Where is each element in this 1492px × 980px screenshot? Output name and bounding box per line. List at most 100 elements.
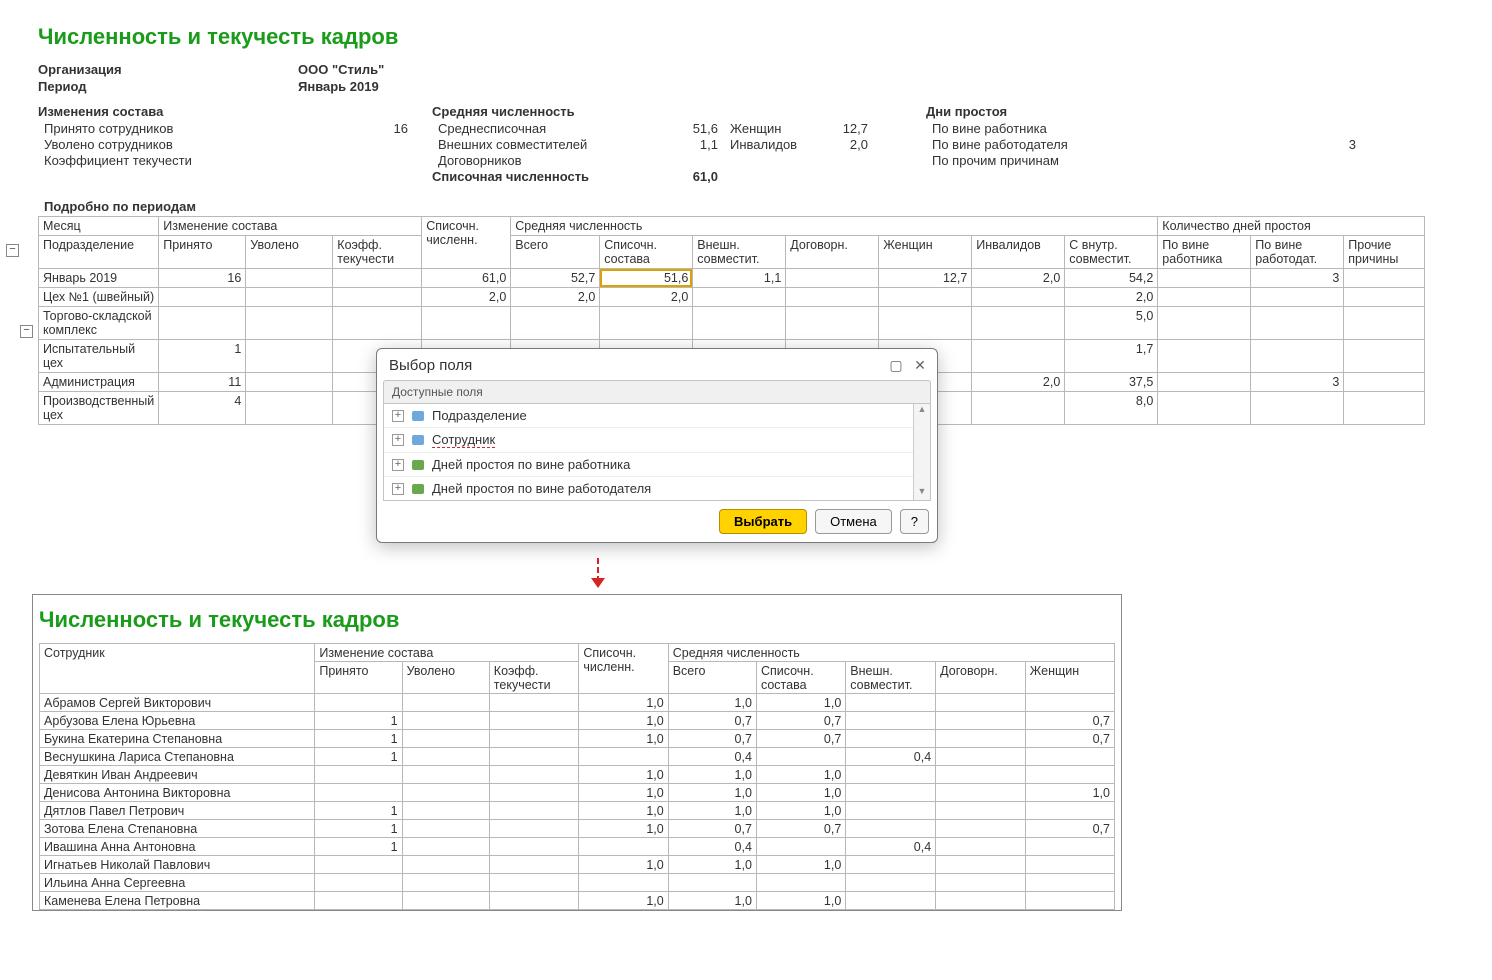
cell-hired (315, 784, 402, 802)
expand-icon[interactable]: + (392, 410, 404, 422)
cell-spisc[interactable]: 51,6 (600, 269, 693, 288)
employee-table[interactable]: Сотрудник Изменение состава Списочн. чис… (39, 643, 1115, 910)
table-row[interactable]: Абрамов Сергей Викторович1,01,01,0 (40, 694, 1115, 712)
field-list-item[interactable]: +Дней простоя по вине работодателя (384, 477, 930, 500)
avg-v2: 1,1 (658, 137, 718, 152)
cell-total: 1,0 (668, 766, 756, 784)
cell-list: 1,0 (579, 694, 668, 712)
cell-spisc: 0,7 (756, 712, 845, 730)
field-list-item[interactable]: + Сотрудник (384, 428, 930, 453)
cell-list (579, 874, 668, 892)
scrollbar[interactable]: ▲ ▼ (913, 404, 930, 500)
cell-ext (846, 892, 936, 910)
cell-total: 1,0 (668, 784, 756, 802)
cell-contract (936, 856, 1026, 874)
cell-ioth (1344, 340, 1425, 373)
hdr2-women: Женщин (1025, 662, 1114, 694)
cell-total: 1,0 (668, 892, 756, 910)
scroll-down-icon[interactable]: ▼ (914, 486, 930, 500)
cell-women (879, 307, 972, 340)
cell-fired (246, 340, 333, 373)
cell-iorg (1251, 340, 1344, 373)
select-button[interactable]: Выбрать (719, 509, 807, 534)
hdr-int: С внутр. совместит. (1065, 236, 1158, 269)
maximize-icon[interactable]: ▢ (889, 359, 903, 373)
org-label: Организация (38, 62, 298, 77)
cell-turn (489, 892, 579, 910)
help-button[interactable]: ? (900, 509, 929, 534)
field-list-item[interactable]: + Подразделение (384, 404, 930, 428)
idle-v1 (1296, 121, 1356, 136)
cell-spisc[interactable] (600, 307, 693, 340)
cell-list: 61,0 (422, 269, 511, 288)
table-row[interactable]: Букина Екатерина Степановна11,00,70,70,7 (40, 730, 1115, 748)
cell-hired: 1 (159, 340, 246, 373)
org-value: ООО "Стиль" (298, 62, 384, 77)
table-row[interactable]: Девяткин Иван Андреевич1,01,01,0 (40, 766, 1115, 784)
cell-spisc (756, 838, 845, 856)
idle-l2: По вине работодателя (932, 137, 1296, 152)
cell-name: Абрамов Сергей Викторович (40, 694, 315, 712)
hdr2-ext: Внешн. совместит. (846, 662, 936, 694)
outline-toggle-root[interactable]: − (6, 244, 19, 257)
table-row[interactable]: Ильина Анна Сергеевна (40, 874, 1115, 892)
avg-v2e: 2,0 (820, 137, 868, 152)
idle-l1: По вине работника (932, 121, 1296, 136)
cell-total: 2,0 (511, 288, 600, 307)
cell-name: Игнатьев Николай Павлович (40, 856, 315, 874)
cell-spisc: 1,0 (756, 784, 845, 802)
cell-ext: 1,1 (693, 269, 786, 288)
detail-subtitle: Подробно по периодам (44, 199, 1454, 214)
cell-spisc: 1,0 (756, 892, 845, 910)
expand-icon[interactable]: + (392, 483, 404, 495)
scroll-up-icon[interactable]: ▲ (914, 404, 930, 418)
cell-fired (402, 802, 489, 820)
cell-label: Производственный цех (39, 392, 159, 425)
avg-l2e: Инвалидов (718, 137, 820, 152)
table-row[interactable]: Веснушкина Лариса Степановна10,40,4 (40, 748, 1115, 766)
cell-spisc[interactable]: 2,0 (600, 288, 693, 307)
cell-turn (333, 307, 422, 340)
table-row[interactable]: Игнатьев Николай Павлович1,01,01,0 (40, 856, 1115, 874)
table-row[interactable]: Январь 20191661,052,751,61,112,72,054,23 (39, 269, 1425, 288)
cell-label: Администрация (39, 373, 159, 392)
cell-name: Ильина Анна Сергеевна (40, 874, 315, 892)
hdr2-turn: Коэфф. текучести (489, 662, 579, 694)
cell-total: 0,4 (668, 838, 756, 856)
cell-ioth (1344, 373, 1425, 392)
table-row[interactable]: Каменева Елена Петровна1,01,01,0 (40, 892, 1115, 910)
expand-icon[interactable]: + (392, 459, 404, 471)
cell-list: 1,0 (579, 730, 668, 748)
cell-name: Арбузова Елена Юрьевна (40, 712, 315, 730)
cell-name: Зотова Елена Степановна (40, 820, 315, 838)
close-icon[interactable]: ✕ (913, 359, 927, 373)
cell-list (422, 307, 511, 340)
table-row[interactable]: Зотова Елена Степановна11,00,70,70,7 (40, 820, 1115, 838)
period-label: Период (38, 79, 298, 94)
cell-iorg: 3 (1251, 373, 1344, 392)
cell-hired: 11 (159, 373, 246, 392)
cancel-button[interactable]: Отмена (815, 509, 892, 534)
table-row[interactable]: Арбузова Елена Юрьевна11,00,70,70,7 (40, 712, 1115, 730)
cell-ext: 0,4 (846, 748, 936, 766)
cell-fired (402, 874, 489, 892)
table-row[interactable]: Торгово-складской комплекс5,0 (39, 307, 1425, 340)
field-list-item[interactable]: +Дней простоя по вине работника (384, 453, 930, 477)
cell-turn (489, 838, 579, 856)
dialog-field-list[interactable]: + Подразделение + Сотрудник +Дней простоя по… (383, 404, 931, 501)
field-label: Подразделение (432, 408, 527, 423)
summary-block: Изменения состава Принято сотрудников16 … (38, 104, 1454, 185)
field-label: Сотрудник (432, 432, 495, 448)
table-row[interactable]: Денисова Антонина Викторовна1,01,01,01,0 (40, 784, 1115, 802)
table-row[interactable]: Дятлов Павел Петрович11,01,01,0 (40, 802, 1115, 820)
hdr-ext: Внешн. совместит. (693, 236, 786, 269)
avg-l4: Списочная численность (432, 169, 658, 184)
table-row[interactable]: Ивашина Анна Антоновна10,40,4 (40, 838, 1115, 856)
cell-iemp (1158, 269, 1251, 288)
org-row: Организация ООО "Стиль" (38, 62, 1454, 77)
cell-hired: 1 (315, 802, 402, 820)
table-row[interactable]: Цех №1 (швейный)2,02,02,02,0 (39, 288, 1425, 307)
expand-icon[interactable]: + (392, 434, 404, 446)
cell-contract (936, 820, 1026, 838)
outline-toggle-month[interactable]: − (20, 325, 33, 338)
